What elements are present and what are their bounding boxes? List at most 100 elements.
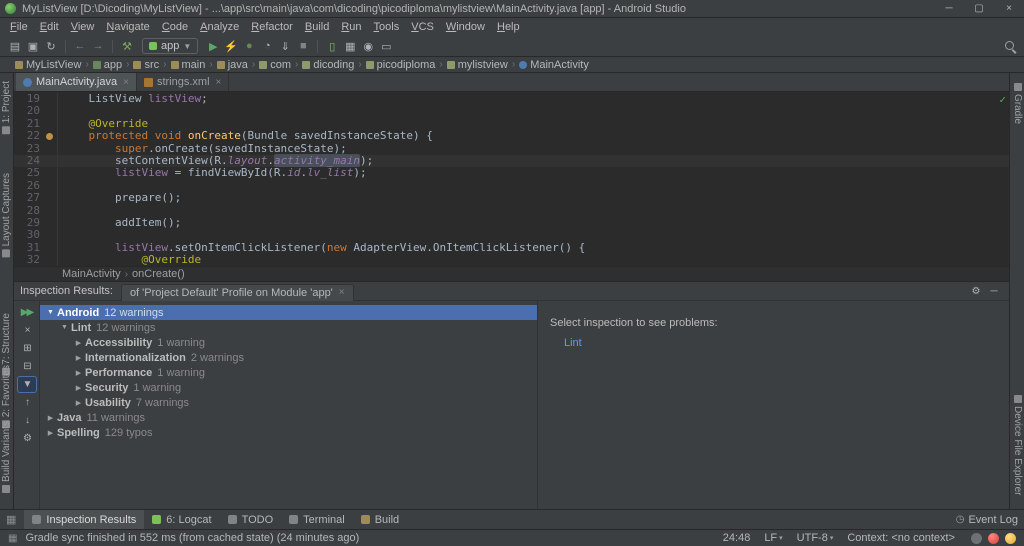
attach-debugger-icon[interactable]: ⇓ (276, 38, 294, 55)
maximize-button[interactable]: ▢ (964, 0, 994, 18)
menu-refactor[interactable]: Refactor (245, 20, 299, 34)
toolwindow-button-2-favorites[interactable]: 2: Favorites (1, 365, 12, 429)
line-number[interactable]: 22 (14, 129, 42, 142)
line-number[interactable]: 32 (14, 253, 42, 266)
expand-all-icon[interactable]: ⊞ (18, 341, 36, 356)
breadcrumb-item-mainactivity[interactable]: MainActivity (518, 59, 590, 71)
search-everywhere-icon[interactable] (1003, 39, 1018, 54)
toolwindow-button-device-file-explorer[interactable]: Device File Explorer (1012, 395, 1023, 495)
menu-navigate[interactable]: Navigate (100, 20, 155, 34)
encoding-widget[interactable]: UTF-8 ▾ (797, 532, 834, 544)
chevron-right-icon[interactable]: ▶ (72, 369, 85, 377)
toolwindow-button-gradle[interactable]: Gradle (1012, 83, 1023, 124)
editor-tab-mainactivity-java[interactable]: MainActivity.java × (16, 73, 137, 91)
tree-item-android[interactable]: ▼ Android 12 warnings (40, 305, 537, 320)
menu-help[interactable]: Help (491, 20, 526, 34)
toolwindow-switcher-icon[interactable]: ▦ (6, 513, 16, 526)
breadcrumb-item-picodiploma[interactable]: picodiploma (365, 59, 437, 71)
gradle-sync-icon[interactable]: ◉ (359, 38, 377, 55)
notification-yellow-icon[interactable] (1005, 532, 1016, 544)
tool-tab-terminal[interactable]: Terminal (281, 510, 353, 529)
tree-item-usability[interactable]: ▶ Usability 7 warnings (40, 395, 537, 410)
event-log-button[interactable]: ◷ Event Log (956, 514, 1018, 526)
sync-icon[interactable]: ↻ (42, 38, 60, 55)
menu-edit[interactable]: Edit (34, 20, 65, 34)
inspection-profile-tab[interactable]: of 'Project Default' Profile on Module '… (120, 283, 354, 301)
inspection-status-icon[interactable]: ✓ (999, 93, 1006, 106)
line-number[interactable]: 20 (14, 104, 42, 117)
close-tab-icon[interactable]: × (123, 77, 129, 88)
chevron-right-icon[interactable]: ▶ (72, 354, 85, 362)
menu-run[interactable]: Run (335, 20, 367, 34)
breadcrumb-class[interactable]: MainActivity (62, 268, 121, 280)
breadcrumb-item-java[interactable]: java (216, 59, 249, 71)
line-number[interactable]: 25 (14, 166, 42, 179)
line-number[interactable]: 27 (14, 191, 42, 204)
code-line-19[interactable]: 19 ListView listView; (14, 92, 1009, 106)
chevron-down-icon[interactable]: ▼ (58, 324, 71, 331)
menu-code[interactable]: Code (156, 20, 194, 34)
profile-icon[interactable]: ◔ (258, 38, 276, 55)
chevron-right-icon[interactable]: ▶ (44, 429, 57, 437)
prev-problem-icon[interactable]: ↑ (18, 395, 36, 410)
layout-inspector-icon[interactable]: ▭ (377, 38, 395, 55)
run-icon[interactable]: ▶ (204, 38, 222, 55)
breadcrumb-item-dicoding[interactable]: dicoding (301, 59, 355, 71)
code-line-29[interactable]: 29 addItem(); (14, 216, 1009, 230)
tree-item-accessibility[interactable]: ▶ Accessibility 1 warning (40, 335, 537, 350)
override-marker-icon[interactable] (46, 132, 53, 140)
settings-gear-icon[interactable]: ⚙ (967, 286, 985, 297)
tool-tab-build[interactable]: Build (353, 510, 407, 529)
back-icon[interactable]: ← (71, 38, 89, 55)
close-tab-icon[interactable]: × (216, 77, 222, 88)
close-icon[interactable]: × (339, 287, 345, 298)
forward-icon[interactable]: → (89, 38, 107, 55)
breadcrumb-item-com[interactable]: com (258, 59, 292, 71)
next-problem-icon[interactable]: ↓ (18, 413, 36, 428)
tree-item-spelling[interactable]: ▶ Spelling 129 typos (40, 425, 537, 440)
code-editor[interactable]: 19 ListView listView; 20 21 @Override 22 pr… (14, 92, 1009, 266)
hide-panel-icon[interactable]: ─ (985, 286, 1003, 297)
line-number[interactable]: 30 (14, 228, 42, 241)
apply-changes-icon[interactable]: ⚡ (222, 38, 240, 55)
menu-analyze[interactable]: Analyze (194, 20, 245, 34)
run-configuration-select[interactable]: app ▼ (142, 38, 199, 54)
code-line-20[interactable]: 20 (14, 104, 1009, 118)
chevron-right-icon[interactable]: ▶ (72, 339, 85, 347)
rerun-inspection-icon[interactable]: ▶▶ (18, 305, 36, 320)
menu-view[interactable]: View (65, 20, 101, 34)
tree-item-security[interactable]: ▶ Security 1 warning (40, 380, 537, 395)
menu-build[interactable]: Build (299, 20, 335, 34)
breadcrumb-item-mylistview[interactable]: MyListView (14, 59, 82, 71)
code-line-32[interactable]: 32 @Override (14, 253, 1009, 266)
hector-icon[interactable] (971, 532, 982, 544)
breadcrumb-item-mylistview[interactable]: mylistview (446, 59, 509, 71)
chevron-right-icon[interactable]: ▶ (44, 414, 57, 422)
breadcrumb-item-app[interactable]: app (92, 59, 123, 71)
menu-file[interactable]: File (4, 20, 34, 34)
tree-item-performance[interactable]: ▶ Performance 1 warning (40, 365, 537, 380)
code-line-25[interactable]: 25 listView = findViewById(R.id.lv_list)… (14, 166, 1009, 180)
context-widget[interactable]: Context: <no context> (847, 532, 955, 544)
statusbar-toggle-icon[interactable]: ▦ (8, 533, 17, 544)
editor-tab-strings-xml[interactable]: strings.xml × (136, 73, 230, 91)
debug-icon[interactable]: ● (240, 38, 258, 55)
filter-icon[interactable]: ▼ (16, 376, 37, 393)
inspection-settings-icon[interactable]: ⚙ (18, 431, 36, 446)
chevron-right-icon[interactable]: ▶ (72, 399, 85, 407)
close-button[interactable]: × (994, 0, 1024, 18)
close-inspection-icon[interactable]: × (18, 323, 36, 338)
chevron-right-icon[interactable]: ▶ (72, 384, 85, 392)
tool-tab-6-logcat[interactable]: 6: Logcat (144, 510, 219, 529)
toolwindow-button-1-project[interactable]: 1: Project (1, 81, 12, 135)
save-all-icon[interactable]: ▣ (24, 38, 42, 55)
collapse-all-icon[interactable]: ⊟ (18, 359, 36, 374)
chevron-down-icon[interactable]: ▼ (44, 309, 57, 316)
notification-red-icon[interactable] (988, 532, 999, 544)
status-message[interactable]: Gradle sync finished in 552 ms (from cac… (25, 532, 359, 544)
tree-item-internationalization[interactable]: ▶ Internationalization 2 warnings (40, 350, 537, 365)
minimize-button[interactable]: ─ (934, 0, 964, 18)
sdk-manager-icon[interactable]: ▦ (341, 38, 359, 55)
stop-icon[interactable]: ■ (294, 38, 312, 55)
breadcrumb-item-src[interactable]: src (132, 59, 160, 71)
